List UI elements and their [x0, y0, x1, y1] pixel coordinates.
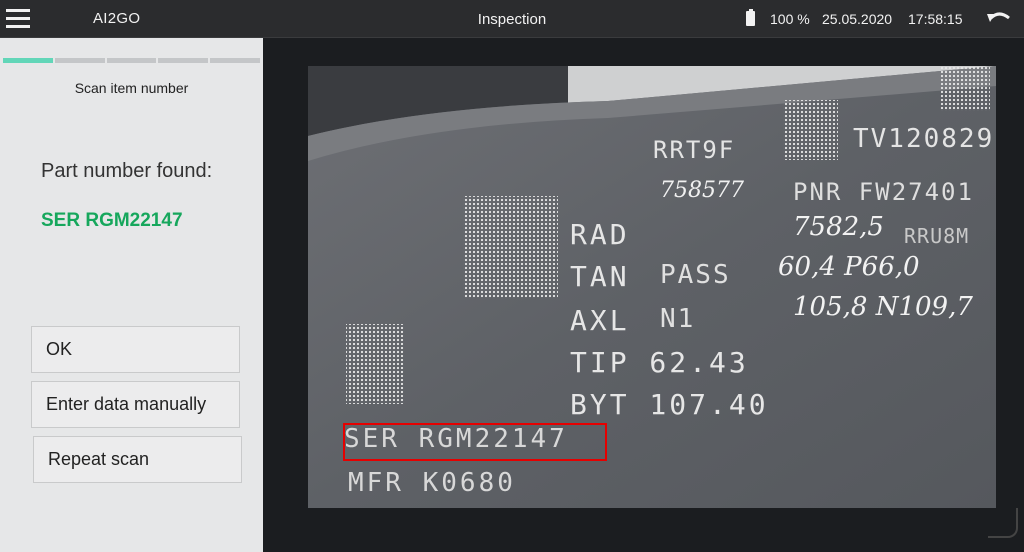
stamp-axl: AXL [570, 304, 630, 337]
datamatrix-code-1 [463, 196, 558, 298]
progress-step [3, 58, 53, 63]
datamatrix-code-4 [346, 324, 404, 404]
camera-view: RRT9F TV120829 758577 PNR FW27401 RAD 75… [263, 38, 1024, 552]
found-label: Part number found: [41, 160, 213, 182]
stamp-ser: SER RGM22147 [344, 424, 568, 454]
stamp-axl-value: N1 [660, 304, 696, 334]
handwritten-tan: 60,4 P66,0 [778, 252, 920, 282]
datamatrix-code-3 [940, 66, 990, 111]
stamp-rrubm: RRU8M [904, 224, 970, 248]
step-progress [3, 58, 260, 63]
corner-bracket-icon [988, 508, 1018, 538]
handwritten-rad: 7582,5 [793, 212, 884, 242]
stamp-byt: BYT 107.40 [570, 388, 769, 421]
stamp-rrt: RRT9F [653, 136, 736, 164]
handwritten-axl: 105,8 N109,7 [793, 292, 973, 322]
stamp-tan: TAN [570, 260, 630, 293]
progress-step [54, 58, 105, 63]
stamp-tip: TIP 62.43 [570, 346, 749, 379]
enter-data-manually-button[interactable]: Enter data manually [31, 381, 240, 428]
stamp-tan-value: PASS [660, 260, 731, 290]
time: 17:58:15 [908, 11, 963, 27]
handwritten-number-1: 758577 [660, 178, 744, 203]
stamp-rad: RAD [570, 218, 630, 251]
battery-percentage: 100 % [770, 11, 810, 27]
stamp-mfr: MFR K0680 [348, 468, 516, 498]
scanned-part-image: RRT9F TV120829 758577 PNR FW27401 RAD 75… [308, 66, 996, 508]
stamp-tv: TV120829 [853, 124, 995, 154]
progress-step [106, 58, 157, 63]
part-number-value: SER RGM22147 [41, 210, 183, 231]
back-arrow-icon[interactable] [985, 8, 1013, 30]
top-bar: AI2GO Inspection 100 % 25.05.2020 17:58:… [0, 0, 1024, 38]
left-panel: Scan item number Part number found: SER … [0, 38, 263, 552]
repeat-scan-button[interactable]: Repeat scan [33, 436, 242, 483]
progress-step [158, 58, 209, 63]
ok-button[interactable]: OK [31, 326, 240, 373]
date: 25.05.2020 [822, 11, 893, 27]
battery-icon [746, 9, 755, 26]
step-label: Scan item number [74, 80, 189, 96]
stamp-pnr: PNR FW27401 [793, 178, 974, 206]
datamatrix-code-2 [783, 100, 838, 160]
progress-step [210, 58, 260, 63]
